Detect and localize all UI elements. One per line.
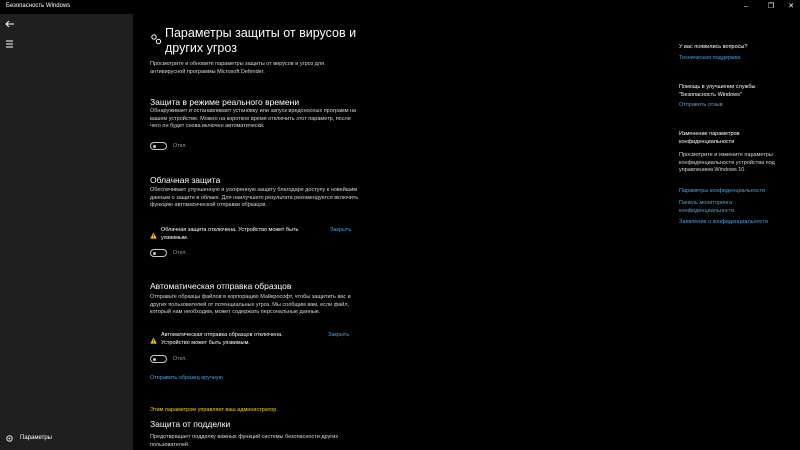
sidebar: Параметры	[0, 14, 133, 450]
sample-submission-toggle-label: Откл.	[173, 356, 188, 362]
questions-heading: У вас появились вопросы?	[679, 44, 748, 50]
gear-icon	[6, 435, 13, 442]
admin-managed-note: Этим параметром управляет ваш администра…	[150, 407, 278, 413]
maximize-button[interactable]: ❐	[766, 2, 776, 12]
cloud-protection-warning: Облачная защита отключена. Устройство мо…	[161, 227, 299, 241]
cloud-protection-desc: Обеспечивает улучшенную и ускоренную защ…	[150, 187, 359, 208]
submit-sample-manually-link[interactable]: Отправить образец вручную	[150, 375, 223, 381]
privacy-dashboard-link[interactable]: Панель мониторинга конфиденциальности	[679, 200, 759, 215]
tamper-protection-desc: Предотвращает подделку важных функций си…	[150, 434, 339, 448]
sidebar-item-settings[interactable]: Параметры	[0, 433, 133, 447]
toggle-knob	[153, 144, 156, 148]
back-arrow-icon	[5, 20, 14, 28]
realtime-protection-title: Защита в режиме реального времени	[150, 97, 300, 107]
back-button[interactable]	[4, 17, 16, 29]
sample-warning-dismiss-link[interactable]: Закрыть	[328, 332, 349, 338]
hamburger-icon	[6, 40, 13, 48]
main-content: Параметры защиты от вирусов и других угр…	[133, 14, 800, 450]
settings-label: Параметры	[20, 435, 52, 441]
minimize-button[interactable]: –	[741, 2, 751, 12]
title-bar: Безопасность Windows – ❐ ✕	[0, 0, 800, 14]
cloud-protection-toggle[interactable]	[150, 249, 167, 257]
warning-icon	[150, 337, 157, 344]
sample-submission-title: Автоматическая отправка образцов	[150, 281, 292, 291]
realtime-protection-toggle-label: Откл.	[173, 143, 188, 149]
cloud-protection-toggle-label: Откл.	[173, 250, 188, 256]
tech-support-link[interactable]: Техническая поддержка	[679, 55, 789, 63]
window-title: Безопасность Windows	[6, 3, 71, 9]
realtime-protection-toggle[interactable]	[150, 142, 167, 150]
gears-icon	[151, 34, 162, 45]
privacy-heading: Изменение параметров конфиденциальности	[679, 131, 740, 145]
page-intro: Просмотрите и обновите параметры защиты …	[150, 61, 325, 75]
cloud-warning-dismiss-link[interactable]: Закрыть	[330, 227, 351, 233]
menu-button[interactable]	[4, 36, 16, 48]
warning-icon	[150, 232, 157, 239]
toggle-knob	[153, 251, 156, 255]
close-window-button[interactable]: ✕	[786, 2, 796, 12]
toggle-knob	[153, 357, 156, 361]
privacy-desc: Просмотрите и измените параметры конфиде…	[679, 152, 775, 173]
improve-heading: Помощь в улучшении службы "Безопасность …	[679, 84, 756, 98]
privacy-statement-link[interactable]: Заявление о конфиденциальности	[679, 219, 789, 227]
cloud-protection-title: Облачная защита	[150, 175, 221, 185]
tamper-protection-title: Защита от подделки	[150, 419, 231, 429]
sample-submission-warning: Автоматическая отправка образцов отключе…	[161, 332, 283, 346]
feedback-link[interactable]: Отправить отзыв	[679, 102, 789, 110]
page-title: Параметры защиты от вирусов и других угр…	[165, 26, 357, 55]
sample-submission-toggle[interactable]	[150, 355, 167, 363]
realtime-protection-desc: Обнаруживает и останавливает установку и…	[150, 108, 357, 129]
sample-submission-desc: Отправьте образцы файлов в корпорацию Ма…	[150, 294, 351, 315]
privacy-settings-link[interactable]: Параметры конфиденциальности	[679, 188, 789, 196]
